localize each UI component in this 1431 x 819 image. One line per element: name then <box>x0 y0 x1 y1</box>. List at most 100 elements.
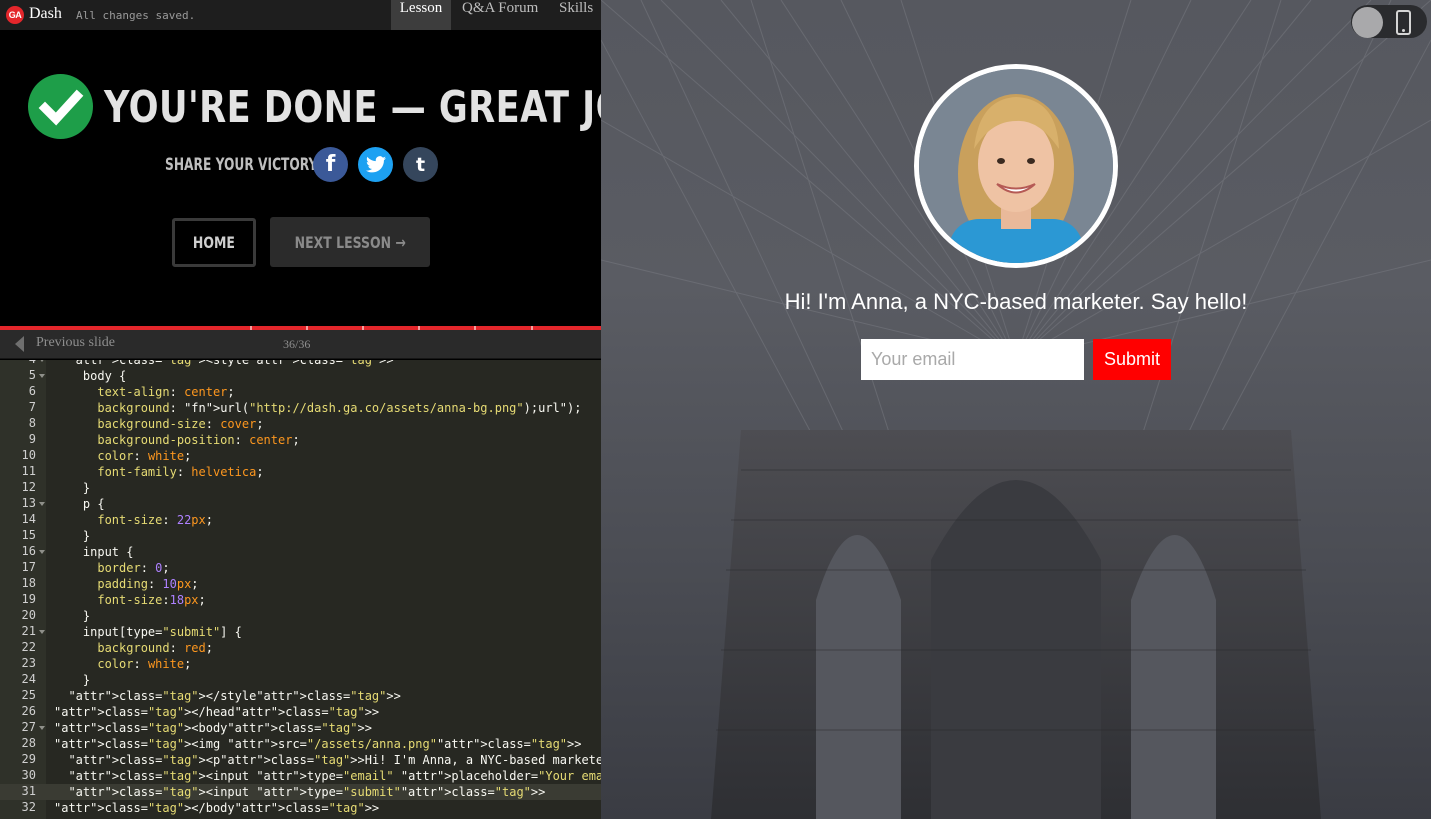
code-line[interactable]: 18 padding: 10px; <box>0 576 601 592</box>
code-text: font-family: helvetica; <box>97 465 264 479</box>
fold-arrow-icon[interactable] <box>39 360 45 362</box>
code-line[interactable]: 14 font-size: 22px; <box>0 512 601 528</box>
code-text: "attr">class="tag"><input "attr">type="e… <box>68 769 601 783</box>
line-number: 31 <box>21 784 36 798</box>
greeting-text: Hi! I'm Anna, a NYC-based marketer. Say … <box>784 289 1248 314</box>
code-line[interactable]: 6 text-align: center; <box>0 384 601 400</box>
code-line[interactable]: 17 border: 0; <box>0 560 601 576</box>
code-text: font-size:18px; <box>97 593 206 607</box>
tab-skills[interactable]: Skills <box>552 0 600 30</box>
code-text: input { <box>54 545 134 559</box>
slide-counter: 36/36 <box>283 337 311 351</box>
line-number: 9 <box>28 432 36 446</box>
code-line[interactable]: 32 "attr">class="tag"></body"attr">class=… <box>0 800 601 816</box>
code-line[interactable]: 20 } <box>0 608 601 624</box>
code-line[interactable]: 30 "attr">class="tag"><input "attr">type… <box>0 768 601 784</box>
code-text: "attr">class="tag"><body"attr">class="ta… <box>54 721 372 735</box>
line-number: 18 <box>21 576 36 590</box>
code-text: color: white; <box>97 449 192 463</box>
code-line[interactable]: 28 "attr">class="tag"><img "attr">src="/a… <box>0 736 601 752</box>
code-line[interactable]: 19 font-size:18px; <box>0 592 601 608</box>
fold-arrow-icon[interactable] <box>39 374 45 378</box>
code-text: font-size: 22px; <box>97 513 213 527</box>
ga-logo[interactable]: GA <box>6 6 24 24</box>
line-number: 29 <box>21 752 36 766</box>
code-text: "attr">class="tag"></style"attr">class="… <box>68 689 401 703</box>
tab-lesson[interactable]: Lesson <box>391 0 451 30</box>
code-line[interactable]: 7 background: "fn">url("http://dash.ga.c… <box>0 400 601 416</box>
line-number: 23 <box>21 656 36 670</box>
phone-icon[interactable] <box>1396 10 1411 35</box>
submit-button[interactable]: Submit <box>1093 339 1171 380</box>
line-number: 26 <box>21 704 36 718</box>
app-name[interactable]: Dash <box>29 5 62 23</box>
code-line[interactable]: 22 background: red; <box>0 640 601 656</box>
home-button-label: HOME <box>193 233 235 252</box>
code-line[interactable]: 29 "attr">class="tag"><p"attr">class="ta… <box>0 752 601 768</box>
code-line[interactable]: 24 } <box>0 672 601 688</box>
code-editor[interactable]: 4 "attr">class="tag"><style"attr">class=… <box>0 360 601 819</box>
email-field[interactable] <box>861 339 1084 380</box>
code-line[interactable]: 15 } <box>0 528 601 544</box>
save-status: All changes saved. <box>76 9 196 22</box>
fold-arrow-icon[interactable] <box>39 502 45 506</box>
code-text: } <box>54 481 91 495</box>
code-text: "attr">class="tag"><input "attr">type="s… <box>68 785 546 799</box>
line-number: 16 <box>21 544 36 558</box>
home-button[interactable]: HOME <box>172 218 256 267</box>
line-number: 32 <box>21 800 36 814</box>
code-line[interactable]: 21 input[type="submit"] { <box>0 624 601 640</box>
facebook-icon[interactable]: f <box>313 147 348 182</box>
code-line[interactable]: 26 "attr">class="tag"></head"attr">class=… <box>0 704 601 720</box>
code-text: input[type="submit"] { <box>54 625 242 639</box>
top-bar: GA Dash All changes saved. Lesson Q&A Fo… <box>0 0 601 30</box>
line-number: 10 <box>21 448 36 462</box>
next-lesson-button[interactable]: NEXT LESSON → <box>270 217 430 267</box>
code-text: border: 0; <box>97 561 170 575</box>
code-text: body { <box>54 369 127 383</box>
preview-pane: Hi! I'm Anna, a NYC-based marketer. Say … <box>601 0 1431 819</box>
code-line[interactable]: 31 "attr">class="tag"><input "attr">type… <box>0 784 601 800</box>
fold-arrow-icon[interactable] <box>39 726 45 730</box>
completion-title: YOU'RE DONE — GREAT JOB! <box>104 82 601 133</box>
code-line[interactable]: 5 body { <box>0 368 601 384</box>
twitter-icon[interactable] <box>358 147 393 182</box>
code-line[interactable]: 25 "attr">class="tag"></style"attr">clas… <box>0 688 601 704</box>
code-line[interactable]: 10 color: white; <box>0 448 601 464</box>
line-number: 14 <box>21 512 36 526</box>
chevron-left-icon[interactable] <box>15 336 24 352</box>
line-number: 8 <box>28 416 36 430</box>
code-line[interactable]: 13 p { <box>0 496 601 512</box>
code-line[interactable]: 11 font-family: helvetica; <box>0 464 601 480</box>
code-text: "attr">class="tag"></body"attr">class="t… <box>54 801 380 815</box>
share-label: SHARE YOUR VICTORY: <box>165 155 322 175</box>
toggle-knob[interactable] <box>1352 7 1383 38</box>
code-line[interactable]: 12 } <box>0 480 601 496</box>
tumblr-icon[interactable]: t <box>403 147 438 182</box>
fold-arrow-icon[interactable] <box>39 550 45 554</box>
code-line[interactable]: 4 "attr">class="tag"><style"attr">class=… <box>0 360 601 368</box>
fold-arrow-icon[interactable] <box>39 630 45 634</box>
code-line[interactable]: 8 background-size: cover; <box>0 416 601 432</box>
line-number: 11 <box>21 464 36 478</box>
line-number: 22 <box>21 640 36 654</box>
line-number: 15 <box>21 528 36 542</box>
code-text: background: red; <box>97 641 213 655</box>
previous-slide-link[interactable]: Previous slide <box>36 335 115 351</box>
avatar <box>914 64 1118 268</box>
code-line[interactable]: 16 input { <box>0 544 601 560</box>
code-line[interactable]: 23 color: white; <box>0 656 601 672</box>
tab-qa-forum[interactable]: Q&A Forum <box>455 0 545 30</box>
next-lesson-label: NEXT LESSON → <box>294 232 406 252</box>
line-number: 19 <box>21 592 36 606</box>
line-number: 20 <box>21 608 36 622</box>
code-text: "attr">class="tag"><style"attr">class="t… <box>68 360 394 367</box>
code-line[interactable]: 27 "attr">class="tag"><body"attr">class="… <box>0 720 601 736</box>
code-text: color: white; <box>97 657 192 671</box>
check-circle-icon <box>28 74 93 139</box>
line-number: 4 <box>0 360 36 366</box>
code-text: padding: 10px; <box>97 577 199 591</box>
code-text: background: "fn">url("http://dash.ga.co/… <box>97 401 582 415</box>
code-text: text-align: center; <box>97 385 235 399</box>
code-line[interactable]: 9 background-position: center; <box>0 432 601 448</box>
